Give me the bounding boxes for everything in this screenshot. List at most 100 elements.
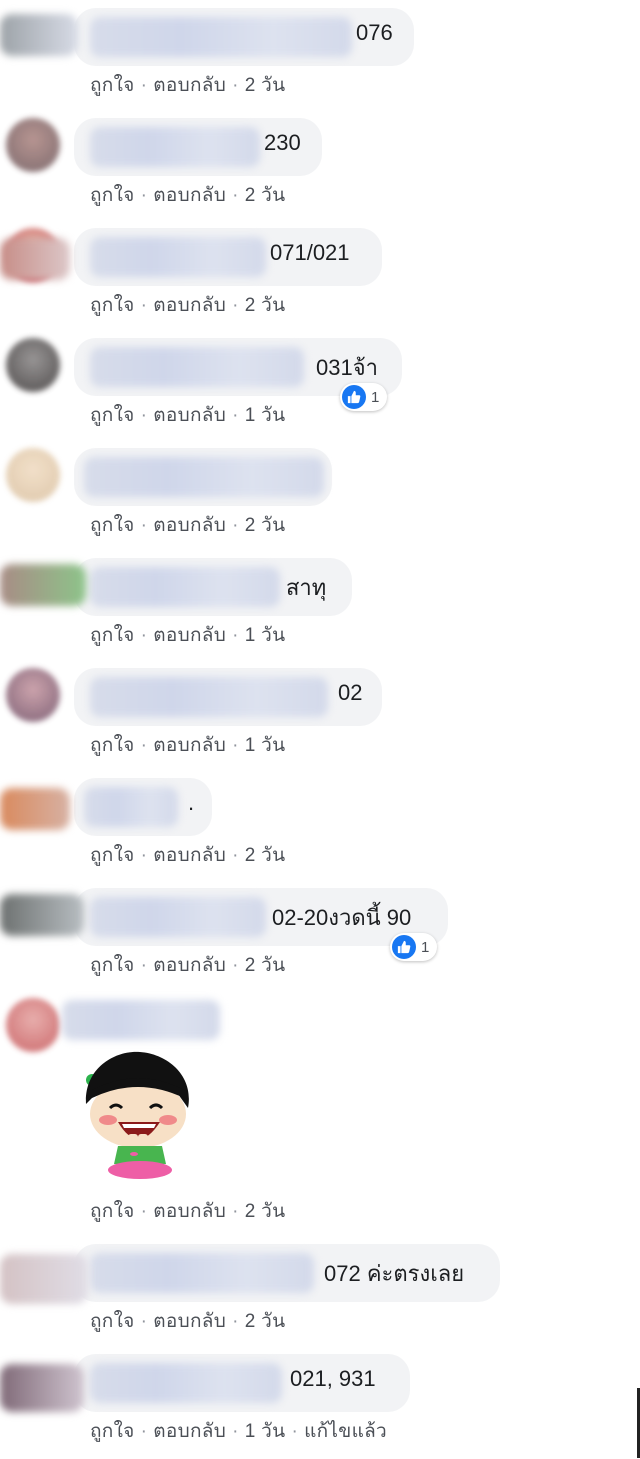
blurred-avatar	[0, 238, 70, 280]
blurred-author-name	[90, 1363, 282, 1403]
reply-link[interactable]: ตอบกลับ	[153, 405, 226, 426]
comment-bubble[interactable]: 02	[74, 668, 382, 726]
blurred-author-name	[90, 1253, 314, 1293]
separator: ·	[140, 955, 148, 976]
comment-bubble[interactable]: 02-20งวดนี้ 90	[74, 888, 448, 946]
comment-text: 031จ้า	[316, 355, 378, 380]
separator: ·	[140, 1311, 148, 1332]
reply-link[interactable]: ตอบกลับ	[153, 515, 226, 536]
reply-link[interactable]: ตอบกลับ	[153, 735, 226, 756]
blurred-author-name	[90, 17, 352, 57]
like-link[interactable]: ถูกใจ	[90, 75, 135, 96]
blurred-avatar	[0, 894, 84, 936]
separator: ·	[232, 625, 239, 646]
like-link[interactable]: ถูกใจ	[90, 295, 135, 316]
blurred-author-name	[90, 897, 266, 937]
comment-bubble[interactable]: 071/021	[74, 228, 382, 286]
blurred-avatar	[0, 564, 86, 606]
comment-actions: ถูกใจ · ตอบกลับ · 2 วัน	[90, 950, 285, 980]
separator: ·	[232, 75, 239, 96]
laughing-girl-sticker[interactable]	[78, 1046, 202, 1186]
reaction-badge[interactable]: 1	[340, 383, 388, 411]
separator: ·	[232, 955, 239, 976]
like-link[interactable]: ถูกใจ	[90, 515, 135, 536]
blurred-avatar	[0, 1254, 88, 1304]
reply-link[interactable]: ตอบกลับ	[153, 625, 226, 646]
separator: ·	[232, 1201, 239, 1222]
comment-text: 021, 931	[290, 1366, 376, 1391]
comment-time[interactable]: 2 วัน	[245, 515, 286, 536]
like-link[interactable]: ถูกใจ	[90, 955, 135, 976]
comment-bubble[interactable]	[74, 448, 332, 506]
comment-time[interactable]: 2 วัน	[245, 1201, 286, 1222]
comment-time[interactable]: 2 วัน	[245, 295, 286, 316]
avatar[interactable]	[6, 118, 60, 172]
avatar[interactable]	[6, 338, 60, 392]
comment-actions: ถูกใจ · ตอบกลับ · 2 วัน	[90, 180, 285, 210]
blurred-author-name	[62, 1000, 220, 1040]
comment-actions: ถูกใจ · ตอบกลับ · 1 วัน · แก้ไขแล้ว	[90, 1416, 387, 1446]
comment-bubble[interactable]: สาทุ	[74, 558, 352, 616]
reply-link[interactable]: ตอบกลับ	[153, 1421, 226, 1442]
comment-bubble[interactable]: 076	[74, 8, 414, 66]
comment-time[interactable]: 2 วัน	[245, 845, 286, 866]
separator: ·	[232, 1311, 239, 1332]
like-link[interactable]: ถูกใจ	[90, 405, 135, 426]
reply-link[interactable]: ตอบกลับ	[153, 845, 226, 866]
comment-time[interactable]: 1 วัน	[245, 735, 286, 756]
comment-actions: ถูกใจ · ตอบกลับ · 1 วัน	[90, 620, 285, 650]
blurred-author-name	[90, 347, 304, 387]
like-link[interactable]: ถูกใจ	[90, 1311, 135, 1332]
blurred-avatar	[0, 1364, 84, 1412]
separator: ·	[140, 295, 148, 316]
blurred-author-name	[84, 457, 324, 497]
avatar[interactable]	[6, 998, 60, 1052]
separator: ·	[140, 1421, 148, 1442]
reply-link[interactable]: ตอบกลับ	[153, 185, 226, 206]
blurred-author-name	[90, 237, 266, 277]
blurred-avatar	[0, 14, 78, 56]
edited-label[interactable]: แก้ไขแล้ว	[304, 1421, 387, 1442]
comment-bubble[interactable]: 230	[74, 118, 322, 176]
separator: ·	[140, 735, 148, 756]
reaction-count: 1	[421, 938, 430, 956]
comment-time[interactable]: 1 วัน	[245, 1421, 286, 1442]
thumbs-up-icon	[342, 385, 366, 409]
reply-link[interactable]: ตอบกลับ	[153, 1311, 226, 1332]
like-link[interactable]: ถูกใจ	[90, 735, 135, 756]
comment-text: 02	[338, 680, 363, 705]
blurred-author-name	[84, 787, 178, 827]
reply-link[interactable]: ตอบกลับ	[153, 1201, 226, 1222]
blurred-author-name	[90, 567, 280, 607]
separator: ·	[140, 75, 148, 96]
like-link[interactable]: ถูกใจ	[90, 625, 135, 646]
reply-link[interactable]: ตอบกลับ	[153, 955, 226, 976]
comment-actions: ถูกใจ · ตอบกลับ · 1 วัน	[90, 730, 285, 760]
like-link[interactable]: ถูกใจ	[90, 845, 135, 866]
blurred-author-name	[90, 677, 328, 717]
comment-bubble[interactable]: 021, 931	[74, 1354, 410, 1412]
like-link[interactable]: ถูกใจ	[90, 1201, 135, 1222]
comment-text: 02-20งวดนี้ 90	[272, 905, 412, 930]
blurred-avatar	[0, 788, 70, 830]
separator: ·	[232, 295, 239, 316]
separator: ·	[140, 515, 148, 536]
avatar[interactable]	[6, 448, 60, 502]
reply-link[interactable]: ตอบกลับ	[153, 295, 226, 316]
avatar[interactable]	[6, 668, 60, 722]
reply-link[interactable]: ตอบกลับ	[153, 75, 226, 96]
separator: ·	[232, 515, 239, 536]
comment-bubble[interactable]: 072 ค่ะตรงเลย	[74, 1244, 500, 1302]
reaction-badge[interactable]: 1	[390, 933, 438, 961]
comment-time[interactable]: 2 วัน	[245, 1311, 286, 1332]
comment-time[interactable]: 2 วัน	[245, 185, 286, 206]
comment-bubble[interactable]: .	[74, 778, 212, 836]
comment-time[interactable]: 2 วัน	[245, 955, 286, 976]
like-link[interactable]: ถูกใจ	[90, 1421, 135, 1442]
comment-time[interactable]: 2 วัน	[245, 75, 286, 96]
comment-time[interactable]: 1 วัน	[245, 625, 286, 646]
comment-time[interactable]: 1 วัน	[245, 405, 286, 426]
like-link[interactable]: ถูกใจ	[90, 185, 135, 206]
comment-actions: ถูกใจ · ตอบกลับ · 2 วัน	[90, 840, 285, 870]
comment-text: .	[188, 790, 195, 815]
